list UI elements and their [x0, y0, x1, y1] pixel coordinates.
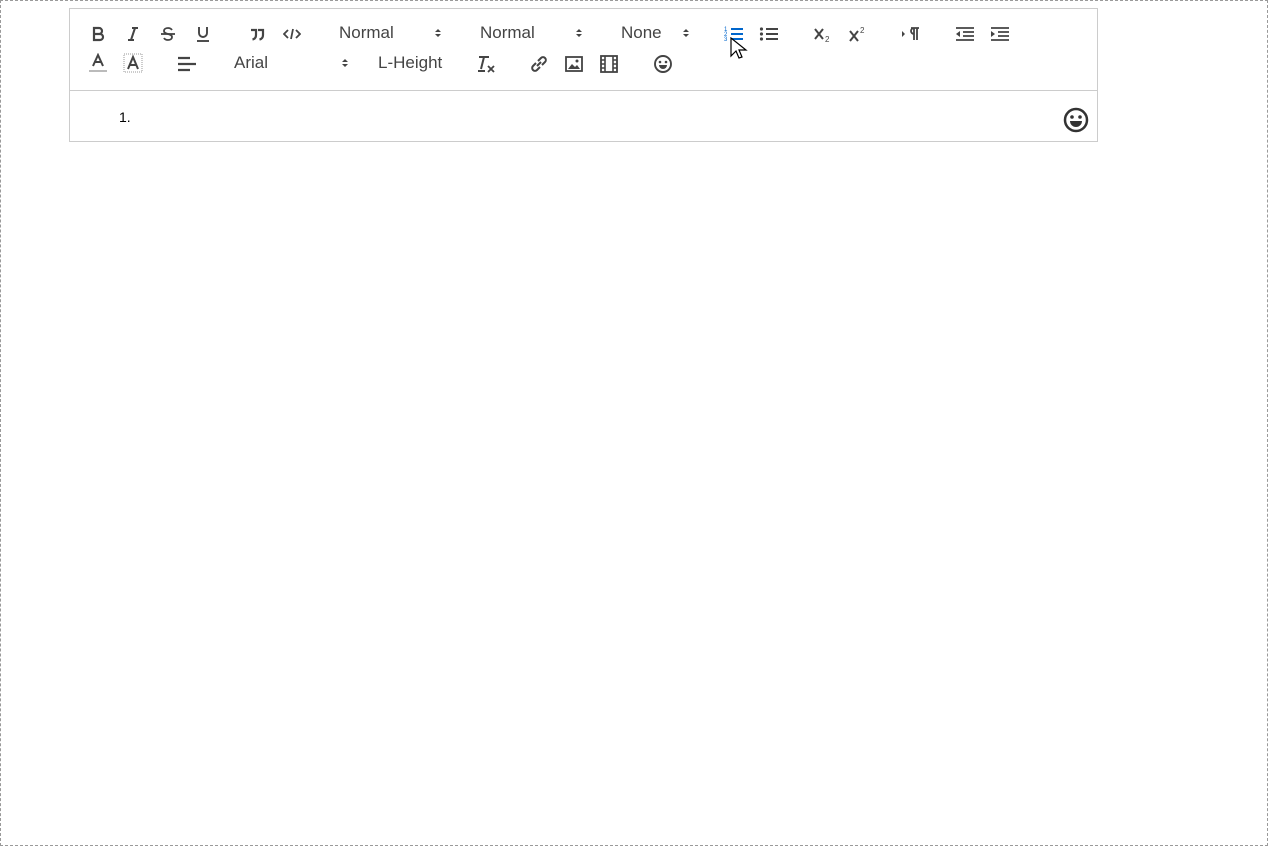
line-height-picker[interactable]: L-Height — [378, 52, 448, 74]
font-picker[interactable]: Arial — [234, 52, 350, 74]
indent-icon[interactable] — [988, 23, 1012, 45]
picker-arrows-icon — [683, 29, 689, 37]
svg-text:2: 2 — [860, 26, 865, 35]
emoji-icon[interactable] — [651, 53, 675, 75]
italic-icon[interactable] — [121, 23, 145, 45]
ordered-list-marker: 1. — [119, 109, 131, 125]
header-picker[interactable]: Normal — [339, 22, 447, 44]
picker-arrows-icon — [435, 29, 441, 37]
picker-arrows-icon — [576, 29, 582, 37]
bold-icon[interactable] — [86, 23, 110, 45]
clean-format-icon[interactable] — [474, 53, 498, 75]
link-icon[interactable] — [527, 53, 551, 75]
font-weight-picker-label: None — [621, 23, 662, 42]
font-weight-picker[interactable]: None — [621, 22, 693, 44]
mouse-pointer-icon — [730, 37, 748, 59]
emoji-shortcut-icon[interactable] — [1063, 107, 1089, 133]
line-height-picker-label: L-Height — [378, 53, 443, 72]
size-picker[interactable]: Normal — [480, 22, 588, 44]
code-block-icon[interactable] — [280, 23, 304, 45]
svg-text:3: 3 — [724, 37, 728, 43]
rich-text-editor: Normal Normal None 123 2 2 Arial L-Heigh… — [69, 8, 1098, 142]
svg-text:2: 2 — [825, 35, 830, 43]
font-color-icon[interactable] — [86, 53, 110, 75]
strike-icon[interactable] — [156, 23, 180, 45]
size-picker-label: Normal — [480, 23, 535, 42]
superscript-icon[interactable]: 2 — [846, 23, 870, 45]
bullet-list-icon[interactable] — [757, 23, 781, 45]
video-icon[interactable] — [597, 53, 621, 75]
outdent-icon[interactable] — [953, 23, 977, 45]
editor-toolbar: Normal Normal None 123 2 2 Arial L-Heigh… — [70, 9, 1097, 91]
editor-content[interactable]: 1. — [70, 91, 1097, 141]
background-color-icon[interactable] — [121, 53, 145, 75]
header-picker-label: Normal — [339, 23, 394, 42]
blockquote-icon[interactable] — [245, 23, 269, 45]
picker-arrows-icon — [342, 59, 348, 67]
image-icon[interactable] — [562, 53, 586, 75]
subscript-icon[interactable]: 2 — [811, 23, 835, 45]
rtl-direction-icon[interactable] — [899, 23, 923, 45]
underline-icon[interactable] — [191, 23, 215, 45]
align-left-icon[interactable] — [175, 53, 199, 75]
font-picker-label: Arial — [234, 53, 269, 72]
